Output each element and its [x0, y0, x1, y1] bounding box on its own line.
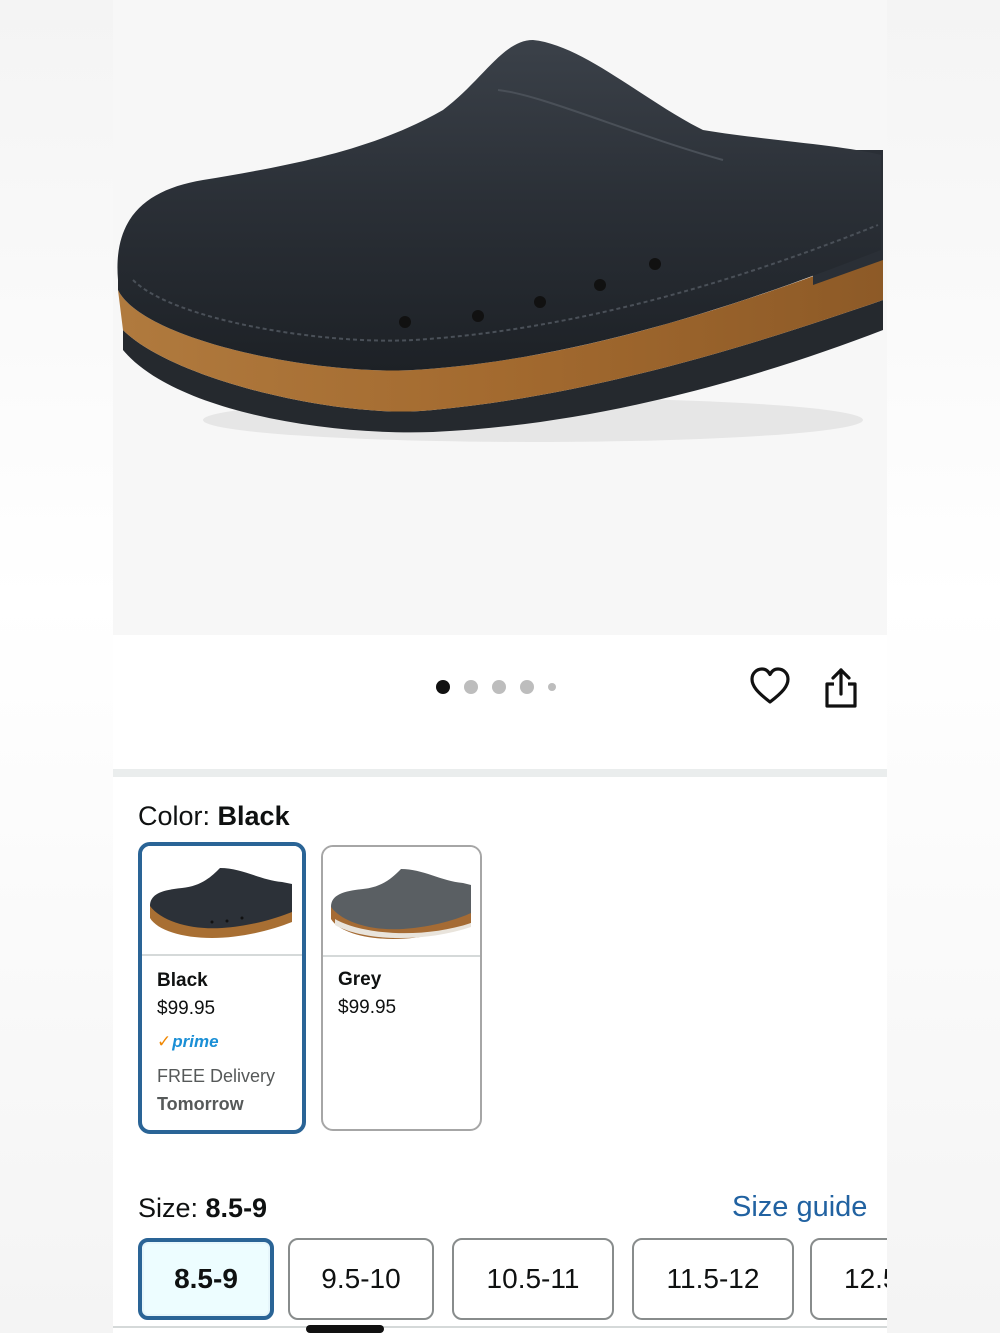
- prime-badge: ✓prime: [157, 1032, 219, 1051]
- right-backdrop: [887, 0, 1000, 1333]
- prime-check-icon: ✓: [157, 1032, 172, 1051]
- size-option-9-5-10[interactable]: 9.5-10: [288, 1238, 434, 1320]
- pager-dot[interactable]: [548, 683, 556, 691]
- favorite-button[interactable]: [749, 666, 791, 708]
- pager-dot[interactable]: [464, 680, 478, 694]
- swatch-thumbnail: [142, 846, 302, 956]
- product-detail-screen: Color: Black Black $99.95 ✓prime FREE De…: [113, 0, 887, 1333]
- left-backdrop: [0, 0, 113, 1333]
- size-option-10-5-11[interactable]: 10.5-11: [452, 1238, 614, 1320]
- image-pager[interactable]: [436, 680, 570, 694]
- product-image[interactable]: [113, 0, 887, 635]
- selected-color-value: Black: [217, 801, 290, 831]
- bottom-divider: [113, 1326, 887, 1328]
- color-label: Color: Black: [138, 801, 290, 831]
- pager-dot[interactable]: [492, 680, 506, 694]
- grey-clog-thumbnail: [331, 869, 471, 939]
- size-option-12-5[interactable]: 12.5: [810, 1238, 887, 1320]
- share-button[interactable]: [821, 666, 861, 710]
- image-carousel-controls: [113, 635, 887, 769]
- home-indicator[interactable]: [306, 1325, 384, 1333]
- clog-illustration: [117, 40, 883, 442]
- swatch-price: $99.95: [338, 997, 397, 1018]
- heart-icon: [750, 667, 790, 704]
- pager-dot[interactable]: [436, 680, 450, 694]
- pager-dot[interactable]: [520, 680, 534, 694]
- black-clog-thumbnail: [150, 868, 292, 938]
- size-guide-link[interactable]: Size guide: [732, 1191, 867, 1224]
- color-swatch-grey[interactable]: Grey $99.95: [321, 845, 482, 1131]
- size-label: Size: 8.5-9: [138, 1193, 268, 1223]
- section-divider: [113, 769, 887, 777]
- color-swatch-black[interactable]: Black $99.95 ✓prime FREE Delivery Tomorr…: [138, 842, 306, 1134]
- size-option-11-5-12[interactable]: 11.5-12: [632, 1238, 794, 1320]
- size-option-8-5-9[interactable]: 8.5-9: [138, 1238, 274, 1320]
- share-icon: [825, 668, 857, 708]
- swatch-color-name: Grey: [338, 969, 382, 990]
- selected-size-value: 8.5-9: [205, 1193, 268, 1223]
- swatch-thumbnail: [323, 847, 480, 957]
- delivery-text: FREE Delivery: [157, 1066, 276, 1086]
- swatch-price: $99.95: [157, 998, 216, 1019]
- swatch-color-name: Black: [157, 970, 208, 991]
- color-swatches: Black $99.95 ✓prime FREE Delivery Tomorr…: [138, 842, 538, 1134]
- delivery-day: Tomorrow: [157, 1094, 244, 1114]
